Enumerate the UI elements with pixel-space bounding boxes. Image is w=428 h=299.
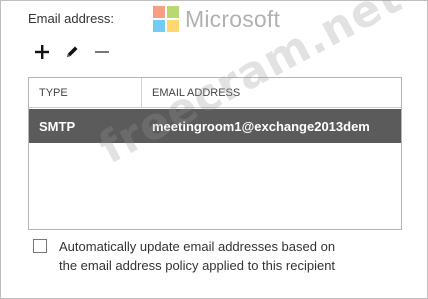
auto-update-label: Automatically update email addresses bas… [59,237,379,275]
auto-update-option: Automatically update email addresses bas… [33,237,379,275]
cell-type: SMTP [39,118,76,134]
email-toolbar [31,41,121,63]
email-address-table: TYPE EMAIL ADDRESS SMTP meetingroom1@exc… [28,77,402,230]
auto-update-label-line1: Automatically update email addresses bas… [59,239,336,254]
pencil-icon [67,46,78,57]
table-row[interactable]: SMTP meetingroom1@exchange2013dem [29,109,401,143]
cell-email-address: meetingroom1@exchange2013dem [152,118,370,134]
edit-button[interactable] [61,41,83,63]
microsoft-logo: Microsoft [153,6,280,32]
column-header-email-address[interactable]: EMAIL ADDRESS [142,78,401,107]
remove-button[interactable] [91,41,113,63]
email-address-label: Email address: [28,11,114,26]
plus-icon [35,45,49,59]
column-header-type[interactable]: TYPE [29,78,142,107]
microsoft-logo-text: Microsoft [185,5,281,32]
auto-update-label-line2: the email address policy applied to this… [59,258,336,273]
microsoft-logo-icon [153,6,179,32]
table-header: TYPE EMAIL ADDRESS [29,78,401,108]
auto-update-checkbox[interactable] [33,239,47,253]
email-address-panel: Email address: Microsoft TYPE EMAIL ADDR… [0,0,428,299]
minus-icon [95,51,109,53]
add-button[interactable] [31,41,53,63]
